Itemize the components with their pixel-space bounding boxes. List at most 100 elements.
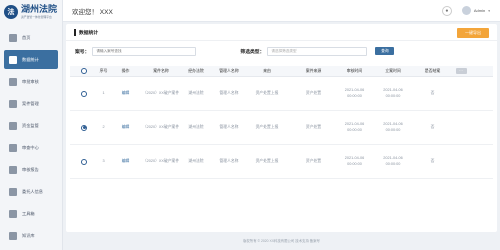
filing-clock: 00:00:00 — [385, 127, 401, 132]
row-manager: 管理人名称 — [219, 158, 239, 163]
row-review-time: 2021-04-06 00:00:00 — [339, 122, 370, 133]
row-radio[interactable] — [70, 124, 98, 131]
page-title: 数据统计 — [79, 30, 99, 36]
top-header: 欢迎您！ XXX ● Admin ▾ — [63, 0, 500, 22]
filter-type-placeholder: 请选择筛选类型 — [271, 48, 297, 53]
row-source: 资产处置上报 — [255, 90, 279, 95]
edit-link[interactable]: 编辑 — [109, 91, 142, 97]
table-header: 序号 操作 案件名称 经办法院 管理人名称 来由 案件来源 审核时间 立案时间 … — [70, 66, 493, 77]
row-court: 湖州法院 — [188, 158, 204, 163]
col-header-no: 序号 — [99, 68, 108, 74]
row-review-time: 2021-04-06 00:00:00 — [339, 156, 370, 167]
approval-icon — [9, 77, 17, 86]
toolbox-icon — [9, 209, 17, 218]
sidebar-item-approval[interactable]: 审批审核 — [4, 72, 58, 91]
sidebar-item-knowledge[interactable]: 知识库 — [4, 226, 58, 245]
col-header-manager: 管理人名称 — [219, 68, 239, 74]
money-icon — [9, 121, 17, 130]
chevron-down-icon: ▾ — [488, 8, 490, 13]
radio-icon — [81, 90, 87, 97]
sidebar-item-label: 知识库 — [22, 232, 35, 238]
row-closed: 否 — [430, 158, 435, 163]
sidebar: 法 湖州法院 资产监管一体化管理平台 首页 数据统计 审批审核 案件管理 资金监… — [0, 0, 63, 250]
sidebar-item-toolbox[interactable]: 工具箱 — [4, 204, 58, 223]
user-menu[interactable]: Admin ▾ — [461, 6, 490, 15]
panel-header: 数据统计 一键导出 — [66, 24, 497, 41]
book-icon — [9, 231, 17, 240]
sidebar-item-label: 审核报告 — [22, 166, 39, 172]
sidebar-item-label: 审批审核 — [22, 78, 39, 84]
report-icon — [9, 165, 17, 174]
chart-icon — [9, 55, 17, 64]
review-clock: 00:00:00 — [347, 93, 362, 98]
row-court: 湖州法院 — [188, 90, 204, 95]
notification-bell-icon[interactable]: ● — [441, 5, 452, 16]
row-source: 资产处置上报 — [255, 124, 279, 129]
row-no: 3 — [102, 158, 105, 163]
sidebar-item-label: 委托人信息 — [22, 188, 43, 194]
sidebar-item-funds[interactable]: 资金监管 — [4, 116, 58, 135]
edit-link[interactable]: 编辑 — [109, 125, 142, 131]
sidebar-item-reports[interactable]: 审核报告 — [4, 160, 58, 179]
case-number-label: 案号： — [75, 49, 90, 55]
footer: 版权所有 © 2020 XX科技有限公司 技术支持 备案号 — [243, 239, 320, 243]
row-case-name: （2020）XX破产案件 — [142, 124, 180, 129]
table-row: 3 编辑 （2020）XX破产案件 湖州法院 管理人名称 资产处置上报 资产处置… — [70, 145, 493, 179]
row-filing-time: 2021-04-06 00:00:00 — [370, 156, 416, 167]
row-filing-time: 2021-04-06 00:00:00 — [370, 122, 416, 133]
filing-clock: 00:00:00 — [385, 161, 401, 166]
more-icon: ⋯ — [455, 68, 467, 74]
table-row: 1 编辑 （2020）XX破产案件 湖州法院 管理人名称 资产处置上报 资产处置… — [70, 77, 493, 111]
logo-text: 湖州法院 资产监管一体化管理平台 — [21, 5, 57, 19]
statistics-panel: 数据统计 一键导出 案号： 筛选类型： 请选择筛选类型 查询 序号 操作 案件名… — [66, 24, 497, 232]
row-radio[interactable] — [70, 158, 98, 165]
radio-icon — [81, 68, 87, 74]
filter-bar: 案号： 筛选类型： 请选择筛选类型 查询 — [66, 45, 497, 57]
sidebar-item-cases[interactable]: 案件管理 — [4, 94, 58, 113]
row-manager: 管理人名称 — [219, 90, 239, 95]
sidebar-item-home[interactable]: 首页 — [4, 28, 58, 47]
radio-selected-icon — [81, 124, 87, 131]
header-actions: ● Admin ▾ — [441, 5, 490, 16]
column-settings-button[interactable]: ⋯ — [449, 68, 473, 74]
col-header-op: 操作 — [121, 68, 130, 74]
row-case-source: 资产处置 — [305, 90, 322, 95]
select-all-radio[interactable] — [70, 68, 98, 74]
user-icon — [9, 187, 17, 196]
filing-clock: 00:00:00 — [385, 93, 401, 98]
sidebar-item-label: 数据统计 — [22, 56, 39, 62]
sidebar-item-clients[interactable]: 委托人信息 — [4, 182, 58, 201]
col-header-case-source: 案件来源 — [305, 68, 322, 74]
logo-subtitle: 资产监管一体化管理平台 — [21, 14, 52, 19]
review-clock: 00:00:00 — [347, 127, 362, 132]
edit-link[interactable]: 编辑 — [109, 159, 142, 165]
home-icon — [9, 33, 17, 42]
row-filing-time: 2021-04-06 00:00:00 — [370, 88, 416, 99]
username: Admin — [473, 8, 486, 13]
avatar — [461, 6, 471, 15]
filter-type-select[interactable]: 请选择筛选类型 — [267, 46, 368, 56]
sidebar-item-label: 资金监管 — [22, 122, 39, 128]
case-number-input[interactable] — [92, 46, 197, 56]
court-emblem-icon: 法 — [4, 5, 18, 19]
export-button[interactable]: 一键导出 — [457, 28, 489, 38]
row-court: 湖州法院 — [188, 124, 204, 129]
row-case-name: （2020）XX破产案件 — [142, 158, 180, 163]
row-closed: 否 — [430, 124, 435, 129]
logo[interactable]: 法 湖州法院 资产监管一体化管理平台 — [0, 0, 62, 24]
query-button[interactable]: 查询 — [375, 47, 395, 55]
sidebar-item-label: 审查中心 — [22, 144, 39, 150]
sidebar-item-review[interactable]: 审查中心 — [4, 138, 58, 157]
sidebar-item-label: 首页 — [22, 34, 31, 40]
title-accent-bar — [74, 28, 76, 36]
radio-icon — [81, 158, 87, 165]
sidebar-nav: 首页 数据统计 审批审核 案件管理 资金监管 审查中心 审核报告 委托人信息 工… — [0, 28, 62, 245]
row-radio[interactable] — [70, 90, 98, 97]
col-header-court: 经办法院 — [188, 68, 204, 74]
table-row: 2 编辑 （2020）XX破产案件 湖州法院 管理人名称 资产处置上报 资产处置… — [70, 111, 493, 145]
col-header-review-time: 审核时间 — [346, 68, 363, 74]
sidebar-item-statistics[interactable]: 数据统计 — [4, 50, 58, 69]
col-header-name: 案件名称 — [153, 68, 169, 74]
row-case-source: 资产处置 — [305, 124, 322, 129]
col-header-source: 来由 — [263, 68, 271, 74]
